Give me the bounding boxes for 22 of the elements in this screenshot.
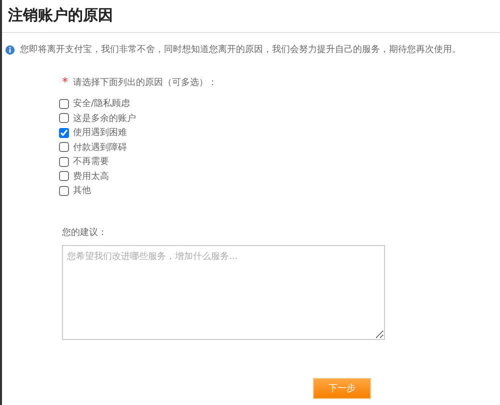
option-label: 不再需要: [73, 156, 109, 168]
checkbox[interactable]: [59, 113, 69, 124]
required-mark: *: [62, 78, 68, 87]
option-label: 其他: [73, 184, 91, 198]
option-label: 付款遇到障碍: [73, 142, 127, 154]
next-button[interactable]: 下一步: [313, 378, 371, 398]
checkbox[interactable]: [59, 142, 69, 152]
notice-text: 您即将离开支付宝，我们非常不舍，同时想知道您离开的原因，我们会努力提升自己的服务，期待您再次使用。: [20, 44, 461, 56]
option-label: 这是多余的账户: [73, 112, 136, 125]
page-title: 注销账户的原因: [2, 0, 500, 33]
checkbox[interactable]: [59, 186, 69, 196]
prompt-text: 请选择下面列出的原因（可多选）：: [73, 76, 217, 89]
option-label: 使用遇到困难: [73, 126, 127, 140]
checkbox[interactable]: [59, 128, 69, 138]
checkbox[interactable]: [59, 156, 69, 167]
info-icon: [5, 44, 15, 54]
suggestion-label: 您的建议：: [62, 226, 108, 238]
suggestion-field[interactable]: 您希望我们改进哪些服务，增加什么服务...: [62, 244, 385, 340]
checkbox[interactable]: [59, 171, 69, 182]
option-label: 费用太高: [73, 170, 109, 183]
option-label: 安全/隐私顾虑: [73, 98, 130, 110]
checkbox[interactable]: [59, 98, 69, 109]
